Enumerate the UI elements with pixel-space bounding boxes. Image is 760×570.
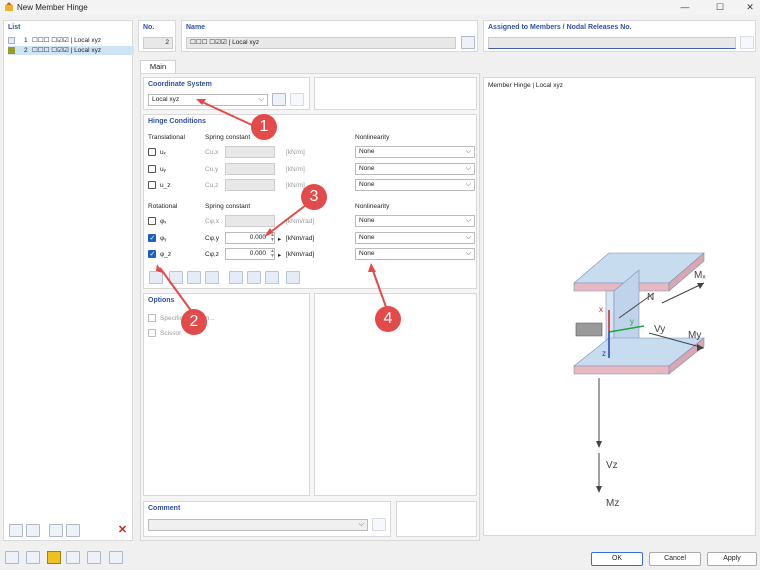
annotation-arrows <box>156 99 387 313</box>
callout-2: 2 <box>181 309 207 335</box>
units-icon[interactable] <box>26 551 40 564</box>
callout-1: 1 <box>251 114 277 140</box>
callout-4: 4 <box>375 306 401 332</box>
color-icon[interactable] <box>47 551 61 564</box>
callout-3: 3 <box>301 184 327 210</box>
search-icon[interactable] <box>5 551 19 564</box>
formula-icon[interactable] <box>109 551 123 564</box>
apply-button[interactable]: Apply <box>707 552 757 566</box>
ok-button[interactable]: OK <box>591 552 643 566</box>
help-icon[interactable] <box>87 551 101 564</box>
cancel-button[interactable]: Cancel <box>649 552 701 566</box>
table-icon[interactable] <box>66 551 80 564</box>
